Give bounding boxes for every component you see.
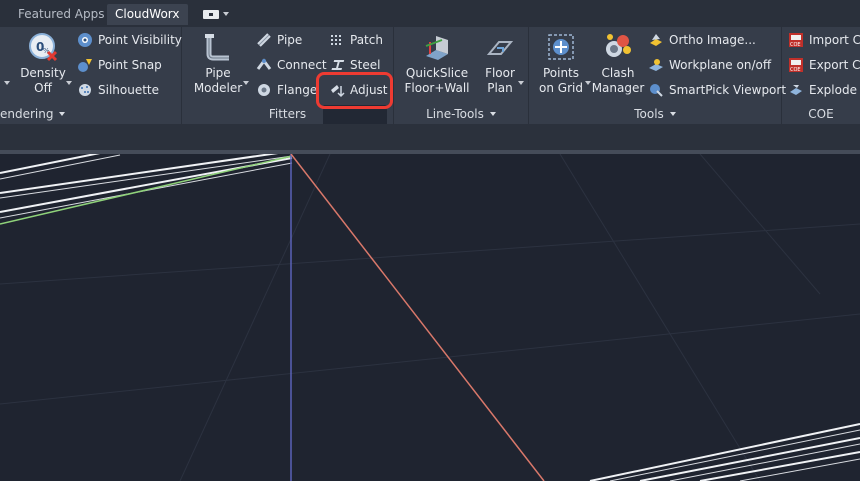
floor-plan-button[interactable]: Floor Plan <box>480 32 520 96</box>
clash-manager-label-line1: Clash <box>601 66 635 80</box>
tab-cloudworx[interactable]: CloudWorx <box>107 4 188 25</box>
workplane-label: Workplane on/off <box>669 58 772 72</box>
patch-icon <box>331 35 343 45</box>
steel-beam-icon <box>331 60 345 70</box>
export-coe-label: Export C <box>809 58 860 72</box>
silhouette-button[interactable]: Silhouette <box>77 80 159 100</box>
drawing-viewport[interactable] <box>0 154 860 481</box>
adjust-highlight-box <box>316 72 393 109</box>
svg-text:COE: COE <box>790 67 801 73</box>
pipe-modeler-button[interactable]: Pipe Modeler <box>192 32 244 96</box>
quickslice-icon <box>425 36 448 60</box>
point-snap-button[interactable]: Point Snap <box>77 55 162 75</box>
viewport-canvas[interactable] <box>0 154 860 481</box>
chevron-down-icon[interactable] <box>518 81 524 85</box>
connect-icon <box>256 58 272 70</box>
chevron-down-icon <box>669 112 676 116</box>
pipe-geometry-top-left <box>0 154 293 225</box>
point-visibility-button[interactable]: Point Visibility <box>77 30 182 50</box>
workplane-icon <box>649 59 663 71</box>
quickslice-label-line1: QuickSlice <box>405 66 469 80</box>
points-on-grid-label-line2: on Grid <box>539 81 583 95</box>
points-on-grid-icon <box>548 34 574 60</box>
density-button[interactable]: 0 % Density Off <box>20 32 66 96</box>
chevron-down-icon[interactable] <box>585 81 591 85</box>
steel-label: Steel <box>350 58 381 72</box>
panel-title-tools[interactable]: Tools <box>529 104 781 124</box>
import-coe-icon: COE <box>789 33 803 48</box>
panel-title-line-tools[interactable]: Line-Tools <box>394 104 528 124</box>
panel-line-tools: QuickSlice Floor+Wall Floor Plan Line-To… <box>394 27 529 124</box>
pipe-label: Pipe <box>277 33 303 47</box>
pipe-button[interactable]: Pipe <box>256 30 302 50</box>
floor-plan-label-line2: Plan <box>487 81 513 95</box>
floor-plan-label-line1: Floor <box>485 66 515 80</box>
ortho-image-button[interactable]: Ortho Image... <box>648 30 756 50</box>
clash-manager-button[interactable]: Clash Manager <box>591 32 645 96</box>
workspace-switch-button[interactable] <box>194 6 236 22</box>
export-coe-button[interactable]: COE Export C <box>788 55 860 75</box>
explode-label: Explode E <box>809 83 860 97</box>
point-visibility-label: Point Visibility <box>98 33 182 47</box>
smartpick-viewport-label: SmartPick Viewport <box>669 83 787 97</box>
ribbon: 0 % Density Off Point Visibility Point S… <box>0 27 860 129</box>
silhouette-icon <box>79 84 91 96</box>
point-snap-label: Point Snap <box>98 58 162 72</box>
chevron-down-icon[interactable] <box>66 81 72 85</box>
panel-title-rendering[interactable]: endering <box>0 104 181 124</box>
workspace-icon <box>203 9 219 19</box>
floor-plan-icon <box>486 41 514 55</box>
panel-tools: Points on Grid Clash Manager Ortho Image… <box>529 27 786 124</box>
pipe-modeler-label-line1: Pipe <box>205 66 231 80</box>
density-off-icon: 0 % <box>29 33 58 62</box>
clash-manager-label-line2: Manager <box>591 81 645 95</box>
clash-manager-icon <box>606 34 631 57</box>
pipe-icon <box>257 33 271 47</box>
export-coe-icon: COE <box>789 58 803 73</box>
flange-icon <box>258 84 270 96</box>
patch-label: Patch <box>350 33 383 47</box>
x-axis-line <box>290 154 545 481</box>
smartpick-viewport-icon <box>650 84 663 97</box>
points-on-grid-label-line1: Points <box>542 66 580 80</box>
point-visibility-icon <box>78 33 92 47</box>
ribbon-bottom-strip <box>0 124 860 150</box>
silhouette-label: Silhouette <box>98 83 160 97</box>
tab-featured-apps[interactable]: Featured Apps <box>10 4 112 25</box>
density-label-line2: Off <box>34 81 52 95</box>
pipe-modeler-label-line2: Modeler <box>193 81 243 95</box>
chevron-down-icon <box>59 112 66 116</box>
smartpick-viewport-button[interactable]: SmartPick Viewport <box>648 80 786 100</box>
explode-icon <box>790 85 802 95</box>
explode-button[interactable]: Explode E <box>788 80 860 100</box>
panel-rendering: 0 % Density Off Point Visibility Point S… <box>0 27 182 124</box>
panel-coe: COE Import C COE Export C Explode E COE <box>782 27 860 124</box>
point-snap-icon <box>78 59 92 72</box>
chevron-down-icon <box>223 12 229 16</box>
svg-text:COE: COE <box>790 42 801 48</box>
import-coe-label: Import C <box>809 33 860 47</box>
ortho-image-label: Ortho Image... <box>669 33 756 47</box>
pipe-modeler-icon <box>205 34 229 61</box>
panel-title-coe: COE <box>782 104 860 124</box>
ortho-image-icon <box>650 34 662 46</box>
points-on-grid-button[interactable]: Points on Grid <box>537 32 585 96</box>
patch-button[interactable]: Patch <box>329 30 383 50</box>
flange-button[interactable]: Flange <box>256 80 317 100</box>
quickslice-floor-wall-button[interactable]: QuickSlice Floor+Wall <box>404 32 470 96</box>
chevron-down-icon <box>489 112 496 116</box>
pipe-geometry-bottom-right <box>589 423 860 481</box>
density-label-line1: Density <box>20 66 66 80</box>
chevron-down-icon[interactable] <box>243 81 249 85</box>
workplane-toggle-button[interactable]: Workplane on/off <box>648 55 771 75</box>
connect-label: Connect <box>277 58 327 72</box>
import-coe-button[interactable]: COE Import C <box>788 30 860 50</box>
flange-label: Flange <box>277 83 318 97</box>
connect-button[interactable]: Connect <box>256 55 327 75</box>
ribbon-tab-bar: Featured Apps CloudWorx <box>0 0 860 27</box>
chevron-down-icon[interactable] <box>4 81 10 85</box>
quickslice-label-line2: Floor+Wall <box>404 81 470 95</box>
